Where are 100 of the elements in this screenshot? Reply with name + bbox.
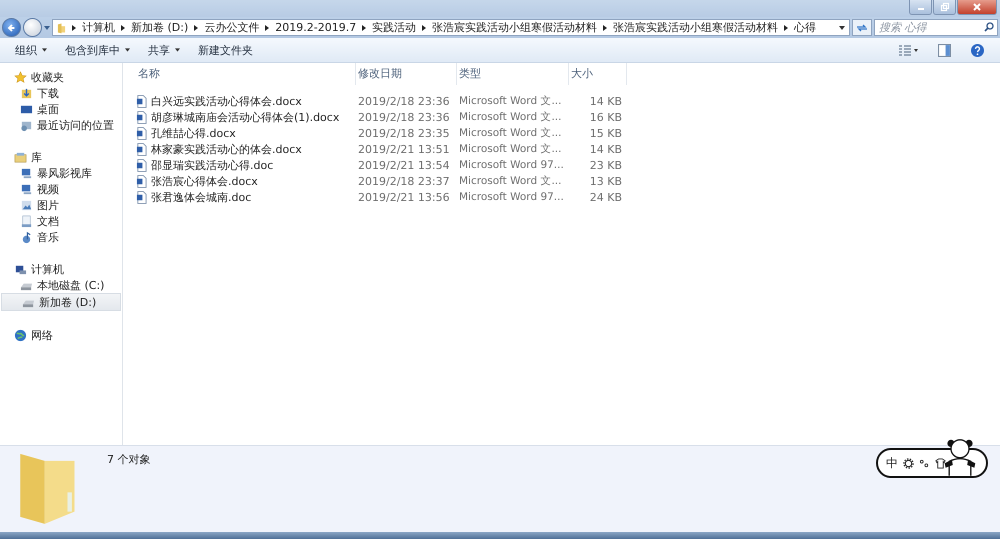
- toolbar-button[interactable]: 共享: [141, 40, 187, 60]
- nav-item[interactable]: 下载: [0, 85, 122, 101]
- table-cell-text: 2019/2/21 13:51: [357, 142, 451, 156]
- gear-icon[interactable]: [903, 458, 914, 468]
- help-icon: [971, 44, 984, 56]
- monitor-icon: [20, 182, 33, 196]
- close-button[interactable]: [957, 0, 997, 15]
- dots-icon[interactable]: [919, 458, 930, 468]
- breadcrumb[interactable]: 心得: [794, 20, 816, 35]
- search-field[interactable]: 搜索 心得: [874, 19, 998, 36]
- breadcrumb[interactable]: 张浩宸实践活动小组寒假活动材料: [613, 20, 778, 35]
- library-icon: [14, 150, 27, 164]
- folder-icon: [57, 22, 66, 34]
- table-cell-text: 23 KB: [588, 158, 623, 172]
- figure-drawing: [942, 436, 978, 476]
- file-name[interactable]: 张君逸体会城南.doc: [151, 190, 252, 204]
- chevron-icon: [603, 24, 608, 30]
- back-button[interactable]: [2, 18, 21, 37]
- chevron-icon: [362, 24, 366, 30]
- table-cell-text: 2019/2/18 23:37: [357, 174, 451, 188]
- address-bar[interactable]: 计算机 新加卷 (D:) 云办公文件 2019.2-2019.7 实践活动 张浩宸实践活动小组寒假活动材料 张浩宸实践活动小组寒假活动材料 心得: [52, 19, 850, 36]
- table-cell-text: Microsoft Word 文...: [458, 94, 562, 108]
- input-mode[interactable]: 中: [886, 454, 898, 472]
- list-view-icon: [898, 44, 918, 56]
- nav-item[interactable]: 图片: [0, 197, 122, 213]
- breadcrumb[interactable]: 2019.2-2019.7: [275, 21, 356, 34]
- word-document-icon: [136, 190, 147, 204]
- nav-item[interactable]: 网络: [0, 327, 122, 343]
- table-cell-text: 2019/2/18 23:35: [357, 126, 451, 140]
- nav-item[interactable]: 暴风影视库: [0, 165, 122, 181]
- status-text: 7 个对象: [107, 452, 150, 467]
- column-header[interactable]: 类型: [457, 63, 569, 85]
- file-name[interactable]: 邵显瑞实践活动心得.doc: [151, 158, 274, 172]
- history-dropdown-icon[interactable]: [44, 26, 50, 30]
- word-document-icon: [136, 110, 147, 124]
- column-header[interactable]: 名称: [136, 63, 356, 85]
- star-icon: [14, 70, 27, 84]
- table-cell-text: Microsoft Word 文...: [458, 110, 562, 124]
- chevron-icon: [121, 24, 125, 30]
- table-cell-text: 13 KB: [588, 174, 623, 188]
- nav-item[interactable]: 收藏夹: [0, 69, 122, 85]
- toolbar-button[interactable]: 新建文件夹: [191, 40, 260, 60]
- column-header[interactable]: 大小: [569, 63, 627, 85]
- table-cell-text: 14 KB: [588, 142, 623, 156]
- chevron-icon: [194, 24, 198, 30]
- caret-icon[interactable]: [839, 26, 845, 30]
- globe-icon: [14, 328, 27, 342]
- nav-item[interactable]: 本地磁盘 (C:): [0, 277, 122, 293]
- table-cell-text: 15 KB: [588, 126, 623, 140]
- breadcrumb[interactable]: 云办公文件: [204, 20, 260, 35]
- word-document-icon: [136, 174, 147, 188]
- pictures-icon: [20, 198, 33, 212]
- toolbar-button[interactable]: 组织: [8, 40, 54, 60]
- refresh-button[interactable]: [852, 19, 872, 36]
- breadcrumb[interactable]: 新加卷 (D:): [131, 20, 188, 35]
- chevron-icon: [422, 24, 426, 30]
- table-cell-text: 2019/2/18 23:36: [357, 94, 451, 108]
- nav-item[interactable]: 桌面: [0, 101, 122, 117]
- table-cell-text: 16 KB: [588, 110, 623, 124]
- breadcrumb[interactable]: 计算机: [82, 20, 115, 35]
- table-cell-text: Microsoft Word 文...: [458, 174, 562, 188]
- nav-item[interactable]: 库: [0, 149, 122, 165]
- table-cell-text: 2019/2/18 23:36: [357, 110, 451, 124]
- file-name[interactable]: 张浩宸心得体会.docx: [151, 174, 258, 188]
- chevron-icon: [265, 24, 270, 30]
- table-cell-text: Microsoft Word 97...: [458, 191, 565, 203]
- word-document-icon: [136, 126, 147, 140]
- shirt-icon[interactable]: [935, 458, 946, 468]
- chevron-icon: [72, 24, 76, 30]
- breadcrumb[interactable]: 张浩宸实践活动小组寒假活动材料: [432, 20, 598, 35]
- nav-item[interactable]: 音乐: [0, 229, 122, 245]
- nav-item[interactable]: 计算机: [0, 261, 122, 277]
- forward-button[interactable]: [23, 18, 42, 37]
- table-cell-text: Microsoft Word 文...: [458, 126, 562, 140]
- breadcrumb[interactable]: 实践活动: [372, 20, 416, 35]
- file-name[interactable]: 白兴远实践活动心得体会.docx: [151, 94, 302, 108]
- file-name[interactable]: 胡彦琳城南庙会活动心得体会(1).docx: [151, 110, 340, 124]
- table-cell-text: 24 KB: [588, 190, 623, 204]
- nav-item[interactable]: 新加卷 (D:): [1, 293, 121, 311]
- back-arrow-icon: [6, 22, 18, 34]
- table-cell-text: Microsoft Word 文...: [458, 142, 562, 156]
- toolbar-button[interactable]: 包含到库中: [58, 40, 137, 60]
- nav-item[interactable]: 文档: [0, 213, 122, 229]
- column-header[interactable]: 修改日期: [356, 63, 457, 85]
- word-document-icon: [136, 94, 147, 108]
- file-name[interactable]: 林家豪实践活动心的体会.docx: [151, 142, 302, 156]
- refresh-icon: [856, 22, 868, 32]
- restore-button[interactable]: [933, 0, 956, 15]
- chevron-icon: [784, 24, 788, 30]
- nav-item[interactable]: 视频: [0, 181, 122, 197]
- minimize-button[interactable]: [909, 0, 932, 15]
- close-icon: [972, 2, 982, 12]
- documents-icon: [20, 214, 33, 228]
- music-icon: [20, 230, 33, 244]
- nav-item[interactable]: 最近访问的位置: [0, 117, 122, 133]
- table-cell-text: 14 KB: [588, 94, 623, 108]
- search-icon: [984, 22, 994, 32]
- file-name[interactable]: 孔维喆心得.docx: [151, 126, 236, 140]
- table-cell-text: Microsoft Word 97...: [458, 159, 565, 171]
- table-cell-text: 2019/2/21 13:54: [357, 158, 451, 172]
